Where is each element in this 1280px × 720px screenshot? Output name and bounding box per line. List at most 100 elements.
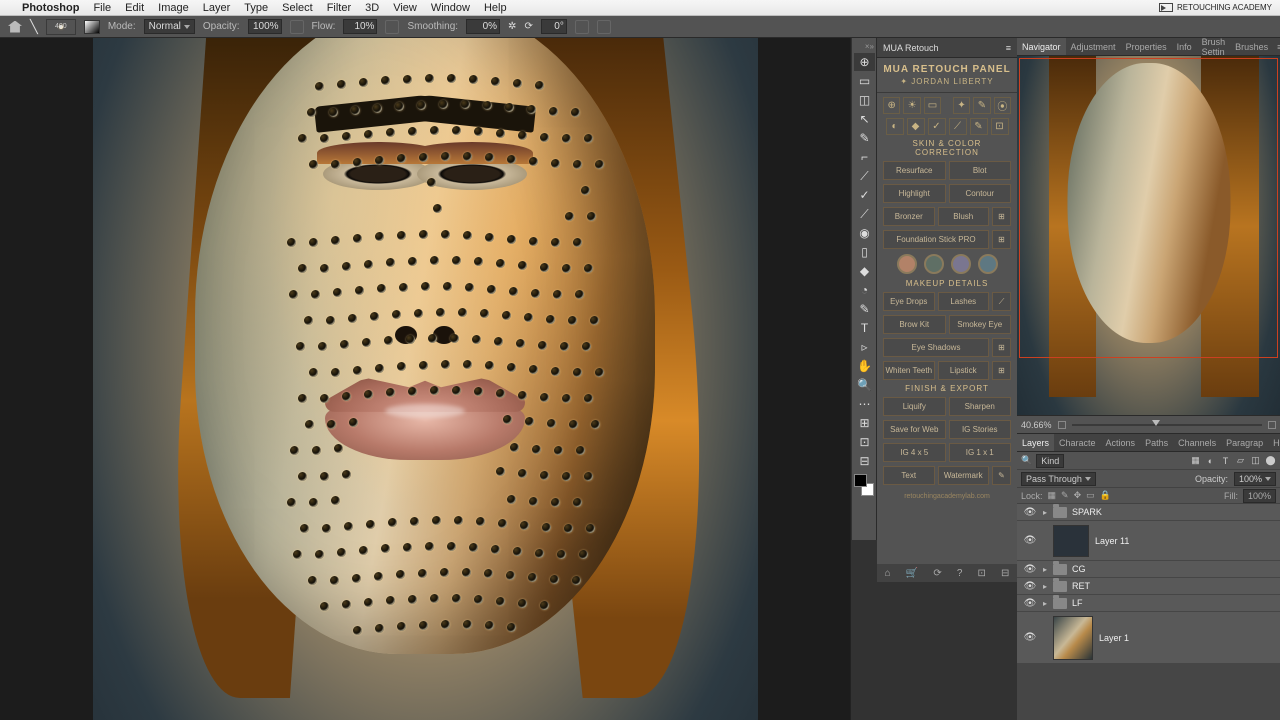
tool-icon[interactable]: ⟋ [949, 118, 967, 135]
menu-window[interactable]: Window [431, 2, 470, 14]
visibility-icon[interactable]: 👁 [1017, 564, 1043, 575]
tool-button[interactable]: ⊡ [854, 433, 875, 451]
layer-row[interactable]: 👁▸SPARK [1017, 504, 1280, 521]
tool-button[interactable]: ▹ [854, 338, 875, 356]
color-swatch[interactable] [924, 254, 944, 274]
opt-icon[interactable]: ⊞ [992, 230, 1011, 249]
tool-button[interactable]: ⟋ [854, 205, 875, 223]
blush-button[interactable]: Blush [938, 207, 990, 226]
layer-filter-kind[interactable]: Kind [1036, 454, 1064, 468]
igstories-button[interactable]: IG Stories [949, 420, 1012, 439]
bb-icon[interactable]: ⊟ [1001, 568, 1009, 579]
tool-button[interactable]: ✓ [854, 186, 875, 204]
layers-opacity-input[interactable]: 100% [1234, 472, 1276, 486]
tool-icon[interactable]: ✎ [973, 97, 990, 114]
contour-button[interactable]: Contour [949, 184, 1012, 203]
eyedrops-button[interactable]: Eye Drops [883, 292, 935, 311]
tab-paragraph[interactable]: Paragrap [1221, 434, 1268, 451]
tool-button[interactable]: ✎ [854, 300, 875, 318]
fill-input[interactable]: 100% [1243, 489, 1276, 503]
panel-menu-icon[interactable]: ≡ [1273, 42, 1280, 52]
tool-icon[interactable]: ✓ [928, 118, 946, 135]
symmetry-icon[interactable] [597, 20, 611, 34]
panel-footer-link[interactable]: retouchingacademylab.com [883, 489, 1011, 504]
tool-button[interactable]: ◉ [854, 224, 875, 242]
tab-character[interactable]: Characte [1054, 434, 1101, 451]
ig45-button[interactable]: IG 4 x 5 [883, 443, 946, 462]
menu-file[interactable]: File [93, 2, 111, 14]
navigator-panel[interactable] [1017, 56, 1280, 416]
tool-icon[interactable]: ◐ [886, 118, 904, 135]
tool-button[interactable]: ◔ [854, 281, 875, 299]
zoom-out-icon[interactable] [1058, 421, 1066, 429]
tab-adjustments[interactable]: Adjustment [1066, 38, 1121, 55]
tool-button[interactable]: ▯ [854, 243, 875, 261]
color-swatch[interactable] [897, 254, 917, 274]
bb-icon[interactable]: ? [957, 568, 963, 579]
opt-icon[interactable]: ⊞ [992, 361, 1011, 380]
tab-layers[interactable]: Layers [1017, 434, 1054, 451]
lock-position-icon[interactable]: ✥ [1074, 490, 1082, 501]
tool-button[interactable]: ▭ [854, 72, 875, 90]
visibility-icon[interactable]: 👁 [1017, 598, 1043, 609]
tab-properties[interactable]: Properties [1121, 38, 1172, 55]
lashes-button[interactable]: Lashes [938, 292, 990, 311]
tool-button[interactable]: ⊕ [854, 53, 875, 71]
resurface-button[interactable]: Resurface [883, 161, 946, 180]
tab-brush-settings[interactable]: Brush Settin [1197, 38, 1231, 55]
tool-icon[interactable]: ⦿ [994, 97, 1011, 114]
bb-icon[interactable]: ⌂ [885, 568, 891, 579]
filter-toggle-icon[interactable]: ⬤ [1265, 455, 1276, 466]
tab-channels[interactable]: Channels [1173, 434, 1221, 451]
blot-button[interactable]: Blot [949, 161, 1012, 180]
lock-all-icon[interactable]: 🔒 [1100, 490, 1111, 501]
tool-button[interactable]: ◆ [854, 262, 875, 280]
tool-button[interactable]: ↖ [854, 110, 875, 128]
filter-type-icon[interactable]: T [1220, 455, 1231, 466]
sharpen-button[interactable]: Sharpen [949, 397, 1012, 416]
filter-smart-icon[interactable]: ◫ [1250, 455, 1261, 466]
menu-view[interactable]: View [393, 2, 417, 14]
tab-actions[interactable]: Actions [1101, 434, 1141, 451]
panel-tab[interactable]: MUA Retouch [883, 43, 939, 53]
app-name[interactable]: Photoshop [22, 2, 79, 14]
bronzer-button[interactable]: Bronzer [883, 207, 935, 226]
tab-paths[interactable]: Paths [1140, 434, 1173, 451]
search-icon[interactable]: 🔍 [1021, 455, 1032, 466]
menu-3d[interactable]: 3D [365, 2, 379, 14]
highlight-button[interactable]: Highlight [883, 184, 946, 203]
navigator-view-frame[interactable] [1019, 58, 1278, 358]
tool-icon[interactable]: ⊡ [991, 118, 1009, 135]
smokey-button[interactable]: Smokey Eye [949, 315, 1012, 334]
menu-type[interactable]: Type [244, 2, 268, 14]
bb-icon[interactable]: ⊡ [978, 568, 986, 579]
tool-button[interactable]: ◫ [854, 91, 875, 109]
lock-paint-icon[interactable]: ✎ [1061, 490, 1069, 501]
layer-row[interactable]: 👁▸LF [1017, 595, 1280, 612]
menu-select[interactable]: Select [282, 2, 313, 14]
opt-icon[interactable]: ⊞ [992, 338, 1011, 357]
liquify-button[interactable]: Liquify [883, 397, 946, 416]
opacity-input[interactable]: 100% [248, 19, 282, 34]
blend-mode-select[interactable]: Normal [144, 19, 195, 34]
blend-mode-select[interactable]: Pass Through [1021, 472, 1096, 486]
menu-filter[interactable]: Filter [327, 2, 351, 14]
tool-button[interactable]: ⟋ [854, 167, 875, 185]
menu-image[interactable]: Image [158, 2, 189, 14]
saveweb-button[interactable]: Save for Web [883, 420, 946, 439]
tool-button[interactable]: T [854, 319, 875, 337]
eyeshadows-button[interactable]: Eye Shadows [883, 338, 989, 357]
home-icon[interactable] [8, 21, 22, 33]
zoom-slider[interactable] [1072, 424, 1262, 426]
ig11-button[interactable]: IG 1 x 1 [949, 443, 1012, 462]
airbrush-icon[interactable] [385, 20, 399, 34]
collapse-icon[interactable]: » [870, 42, 874, 52]
tool-icon[interactable]: ✦ [953, 97, 970, 114]
layer-row[interactable]: 👁Layer 1 [1017, 612, 1280, 664]
pressure-size-icon[interactable] [575, 20, 589, 34]
filter-pixel-icon[interactable]: ▦ [1190, 455, 1201, 466]
layer-row[interactable]: 👁Layer 11 [1017, 521, 1280, 561]
visibility-icon[interactable]: 👁 [1017, 535, 1043, 546]
tool-icon[interactable]: ✎ [970, 118, 988, 135]
angle-input[interactable]: 0° [541, 19, 567, 34]
